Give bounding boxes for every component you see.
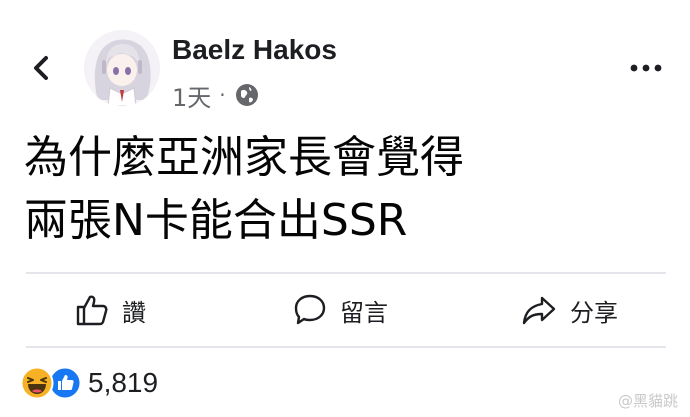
share-label: 分享 — [570, 298, 618, 327]
more-options-button[interactable] — [626, 58, 666, 78]
comment-label: 留言 — [340, 298, 388, 327]
share-button[interactable]: 分享 — [520, 288, 618, 332]
reactions-summary[interactable]: 5,819 — [18, 363, 158, 403]
meta-separator: · — [219, 83, 226, 107]
divider — [26, 346, 666, 348]
comment-icon — [294, 294, 326, 325]
globe-icon[interactable] — [234, 82, 260, 108]
chevron-left-icon — [34, 56, 48, 80]
back-button[interactable] — [28, 52, 56, 84]
post-time[interactable]: 1天 — [172, 78, 211, 113]
haha-icon — [20, 366, 54, 400]
avatar[interactable] — [84, 30, 160, 106]
thumbs-up-icon — [76, 295, 108, 326]
avatar-image — [84, 30, 160, 106]
post-text-line: 為什麼亞洲家長會覺得 — [24, 132, 464, 183]
divider — [26, 272, 666, 274]
like-label: 讚 — [122, 298, 146, 327]
author-name[interactable]: Baelz Hakos — [172, 34, 337, 66]
post-meta: 1天 · — [172, 78, 260, 112]
watermark: @黑貓跳 — [617, 392, 678, 410]
reaction-icons[interactable] — [18, 364, 84, 402]
share-arrow-icon — [522, 296, 556, 325]
ellipsis-icon — [630, 64, 662, 72]
post-text: 為什麼亞洲家長會覺得 兩張N卡能合出SSR — [24, 126, 664, 252]
post-text-line: 兩張N卡能合出SSR — [24, 195, 408, 246]
comment-button[interactable]: 留言 — [292, 288, 388, 332]
like-button[interactable]: 讚 — [74, 288, 146, 332]
reaction-count[interactable]: 5,819 — [88, 367, 158, 399]
